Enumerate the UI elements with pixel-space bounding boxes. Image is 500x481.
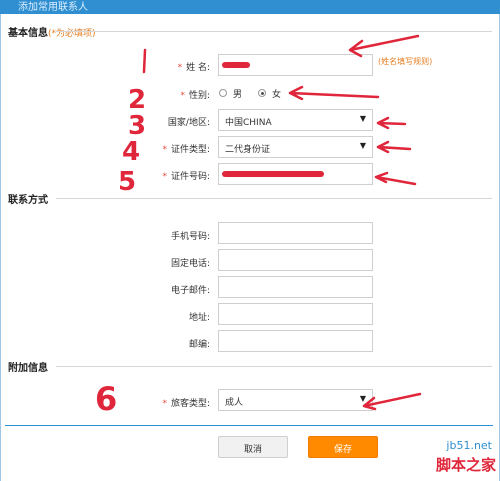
annotation-arrow-country [376, 116, 407, 130]
watermark-name: 脚本之家 [435, 456, 496, 474]
annotation-number-4: 4 [122, 137, 140, 167]
annotation-arrow-idtype [376, 140, 412, 154]
annotation-arrow-name [348, 34, 420, 58]
annotation-number-6: 6 [95, 380, 117, 418]
watermark-site: jb51.net [446, 439, 492, 452]
annotation-arrow-gender [288, 85, 380, 101]
annotation-stroke-1 [142, 48, 147, 74]
annotation-arrow-idnum [374, 171, 417, 186]
annotation-overlay: 2 3 4 5 6 [95, 34, 422, 418]
annotation-arrow-passenger [362, 392, 422, 411]
annotation-number-5: 5 [118, 167, 136, 197]
watermark-logo: jb51.net 脚本之家 [402, 439, 498, 479]
